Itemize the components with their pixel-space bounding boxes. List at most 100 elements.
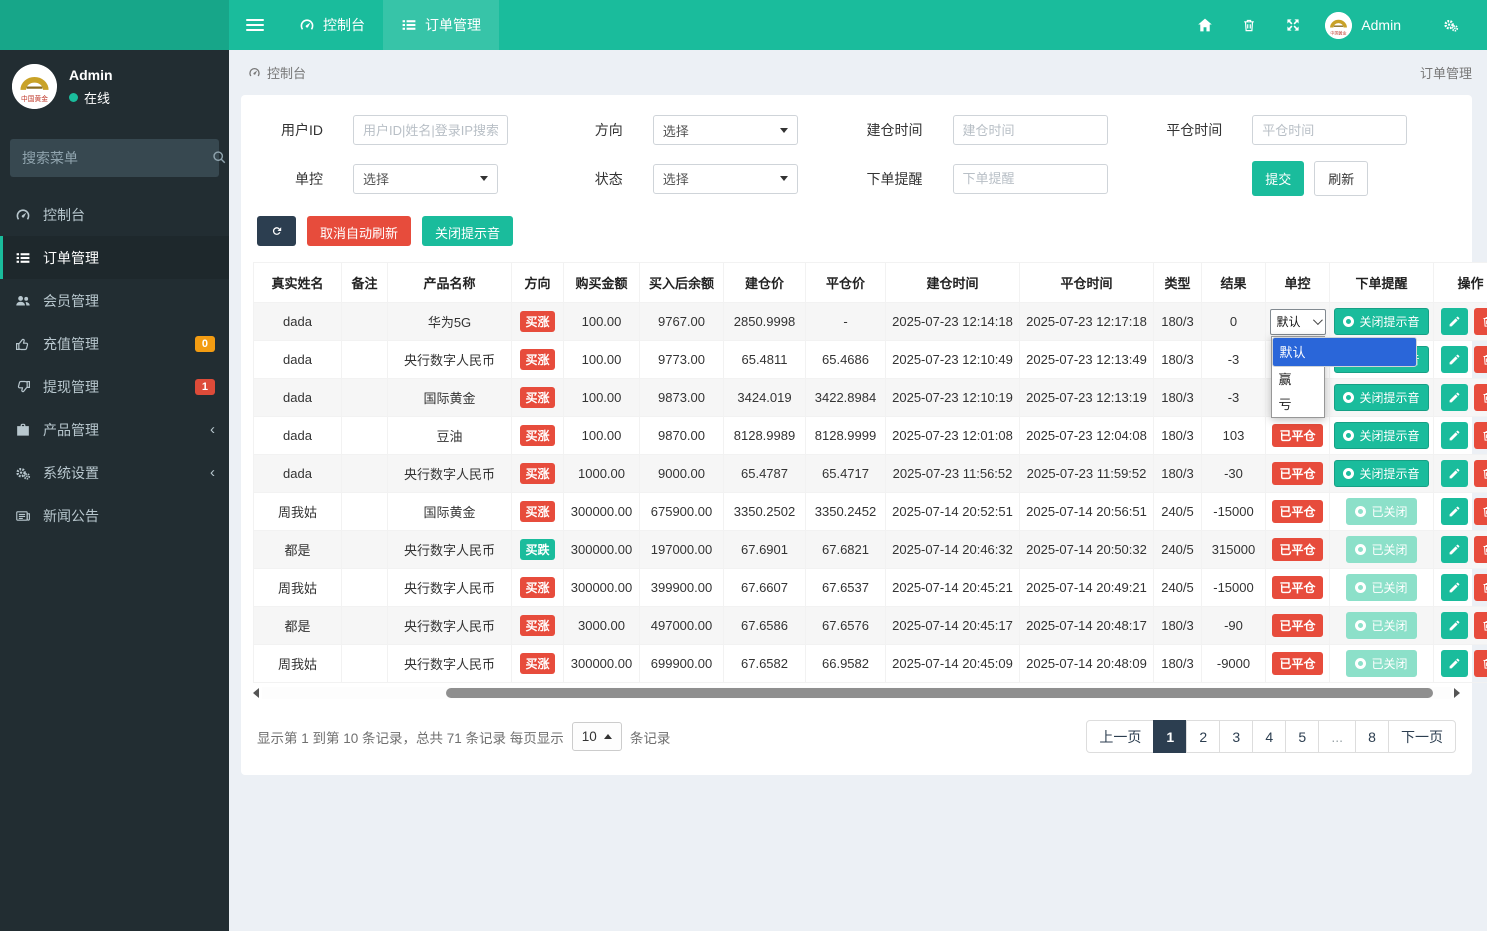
column-header: 方向 [512,263,564,303]
remind-input[interactable] [953,164,1108,194]
page-number-button[interactable]: 3 [1219,720,1253,753]
cancel-auto-refresh-button[interactable]: 取消自动刷新 [307,216,411,246]
sidebar-item-withdrawals[interactable]: 提现管理 1 [0,365,229,408]
cell-remind: 关闭提示音 [1330,379,1434,417]
mute-remind-button[interactable]: 关闭提示音 [1334,308,1428,335]
delete-button[interactable] [1474,612,1487,639]
page-number-button[interactable]: 5 [1285,720,1319,753]
page-size-select[interactable]: 10 [572,722,622,751]
list-icon [401,17,417,33]
edit-button[interactable] [1441,308,1468,335]
sidebar-item-deposits[interactable]: 充值管理 0 [0,322,229,365]
cell-note [342,493,388,531]
user-menu[interactable]: 中国黄金 Admin [1325,12,1401,39]
gears-icon[interactable] [1429,17,1473,33]
mute-sound-button[interactable]: 关闭提示音 [422,216,513,246]
edit-button[interactable] [1441,536,1468,563]
cell-control: 已平仓 [1266,569,1330,607]
cell-amount: 300000.00 [564,645,640,683]
sidebar-item-orders[interactable]: 订单管理 [0,236,229,279]
scroll-left-arrow-icon[interactable] [253,688,259,698]
cell-operations [1434,303,1487,341]
mute-remind-button[interactable]: 关闭提示音 [1334,384,1428,411]
dropdown-option[interactable]: 赢 [1272,367,1324,392]
filter-remind: 下单提醒 [857,161,1157,196]
cell-balance-after: 9767.00 [640,303,724,341]
edit-button[interactable] [1441,612,1468,639]
cell-result: -30 [1202,455,1266,493]
cell-real-name: 周我姑 [254,569,342,607]
delete-button[interactable] [1474,422,1487,449]
sidebar-toggle-button[interactable] [229,0,281,50]
edit-button[interactable] [1441,650,1468,677]
scroll-right-arrow-icon[interactable] [1454,688,1460,698]
delete-button[interactable] [1474,498,1487,525]
edit-button[interactable] [1441,498,1468,525]
cell-open-time: 2025-07-23 12:14:18 [886,303,1020,341]
edit-button[interactable] [1441,422,1468,449]
page-number-button[interactable]: 1 [1153,720,1187,753]
fullscreen-icon[interactable] [1271,17,1315,33]
open-time-input[interactable] [953,115,1108,145]
user-id-input[interactable] [353,115,508,145]
cell-product-name: 豆油 [388,417,512,455]
dropdown-option[interactable]: 亏 [1272,392,1324,417]
mute-remind-button[interactable]: 关闭提示音 [1334,422,1428,449]
mute-remind-button[interactable]: 关闭提示音 [1334,460,1428,487]
nav-tab-console[interactable]: 控制台 [281,0,383,50]
edit-button[interactable] [1441,384,1468,411]
scrollbar-thumb[interactable] [446,688,1433,698]
cell-amount: 300000.00 [564,569,640,607]
delete-button[interactable] [1474,384,1487,411]
sidebar-search-input[interactable] [22,150,203,166]
cell-close-time: 2025-07-23 12:04:08 [1020,417,1154,455]
closed-position-badge: 已平仓 [1272,576,1322,599]
nav-tab-orders[interactable]: 订单管理 [383,0,499,50]
edit-button[interactable] [1441,460,1468,487]
delete-button[interactable] [1474,574,1487,601]
direction-select[interactable]: 选择 [653,115,798,145]
delete-button[interactable] [1474,308,1487,335]
delete-button[interactable] [1474,460,1487,487]
delete-button[interactable] [1474,536,1487,563]
sidebar-item-members[interactable]: 会员管理 [0,279,229,322]
filter-control: 单控 选择 [257,161,557,196]
cell-product-name: 华为5G [388,303,512,341]
cell-operations [1434,607,1487,645]
edit-button[interactable] [1441,346,1468,373]
control-select[interactable]: 选择 [353,164,498,194]
page-number-button[interactable]: 2 [1186,720,1220,753]
delete-button[interactable] [1474,346,1487,373]
breadcrumb-location[interactable]: 控制台 [248,63,306,82]
scrollbar-track[interactable] [262,687,1451,699]
delete-button[interactable] [1474,650,1487,677]
trash-icon[interactable] [1227,17,1271,33]
submit-button[interactable]: 提交 [1252,161,1304,196]
reload-button[interactable] [257,216,296,246]
refresh-button[interactable]: 刷新 [1314,161,1368,196]
cell-amount: 300000.00 [564,493,640,531]
row-control-select[interactable]: 默认 [1270,309,1326,335]
page-number-button[interactable]: 8 [1355,720,1389,753]
sidebar-item-settings[interactable]: 系统设置 ‹ [0,451,229,494]
edit-button[interactable] [1441,574,1468,601]
sidebar-item-products[interactable]: 产品管理 ‹ [0,408,229,451]
cell-real-name: dada [254,417,342,455]
sidebar-item-news[interactable]: 新闻公告 [0,494,229,537]
withdrawal-badge: 1 [195,379,215,395]
close-time-input[interactable] [1252,115,1407,145]
circle-icon [1343,316,1354,327]
cell-operations [1434,569,1487,607]
filter-user-id: 用户ID [257,115,557,145]
page-prev-button[interactable]: 上一页 [1086,720,1154,753]
dropdown-option[interactable]: 默认 [1272,337,1417,367]
horizontal-scrollbar[interactable] [253,686,1460,700]
sidebar-item-console[interactable]: 控制台 [0,193,229,236]
cell-balance-after: 9000.00 [640,455,724,493]
page-next-button[interactable]: 下一页 [1388,720,1456,753]
circle-icon [1355,582,1366,593]
status-select[interactable]: 选择 [653,164,798,194]
cell-amount: 300000.00 [564,531,640,569]
home-icon[interactable] [1183,17,1227,33]
page-number-button[interactable]: 4 [1252,720,1286,753]
